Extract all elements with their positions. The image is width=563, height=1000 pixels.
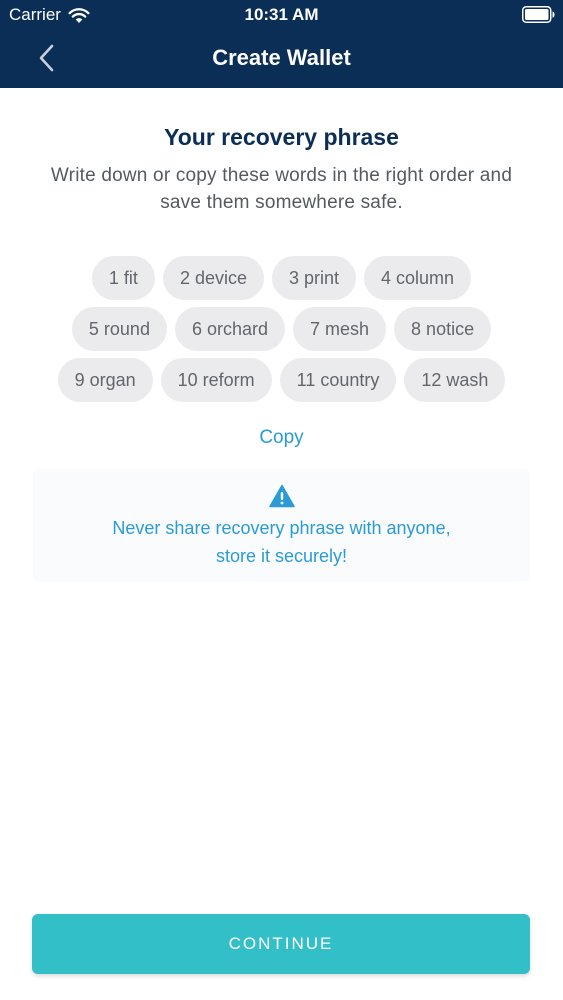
word-chip: 1 fit <box>91 256 155 300</box>
word-chip: 2 device <box>162 256 264 300</box>
word-row: 5 round 6 orchard 7 mesh 8 notice <box>0 307 563 351</box>
copy-button[interactable]: Copy <box>0 426 563 450</box>
recovery-instructions: Write down or copy these words in the ri… <box>50 165 513 213</box>
recovery-word-list: 1 fit 2 device 3 print 4 column 5 round … <box>0 256 563 409</box>
word-chip: 9 organ <box>57 358 153 402</box>
word-chip: 12 wash <box>404 358 506 402</box>
word-chip: 5 round <box>71 307 167 351</box>
nav-bar: Create Wallet <box>0 30 563 88</box>
word-chip: 11 country <box>279 358 397 402</box>
word-chip: 10 reform <box>160 358 272 402</box>
battery-icon <box>522 6 555 23</box>
word-chip: 8 notice <box>394 307 492 351</box>
warning-line: store it securely! <box>215 546 348 566</box>
word-chip: 6 orchard <box>174 307 286 351</box>
warning-box: Never share recovery phrase with anyone,… <box>33 469 530 582</box>
word-chip: 7 mesh <box>293 307 387 351</box>
word-row: 9 organ 10 reform 11 country 12 wash <box>0 358 563 402</box>
warning-message: Never share recovery phrase with anyone,… <box>33 514 530 570</box>
status-bar: Carrier 10:31 AM <box>0 0 563 30</box>
recovery-heading: Your recovery phrase <box>164 124 399 150</box>
continue-button[interactable]: CONTINUE <box>32 914 530 974</box>
warning-triangle-icon <box>269 484 295 508</box>
word-chip: 3 print <box>271 256 357 300</box>
header: Carrier 10:31 AM Create Wallet <box>0 0 563 88</box>
word-chip: 4 column <box>364 256 472 300</box>
warning-line: Never share recovery phrase with anyone, <box>112 518 451 538</box>
status-time: 10:31 AM <box>244 5 319 24</box>
word-row: 1 fit 2 device 3 print 4 column <box>0 256 563 300</box>
page-title: Create Wallet <box>212 45 351 70</box>
